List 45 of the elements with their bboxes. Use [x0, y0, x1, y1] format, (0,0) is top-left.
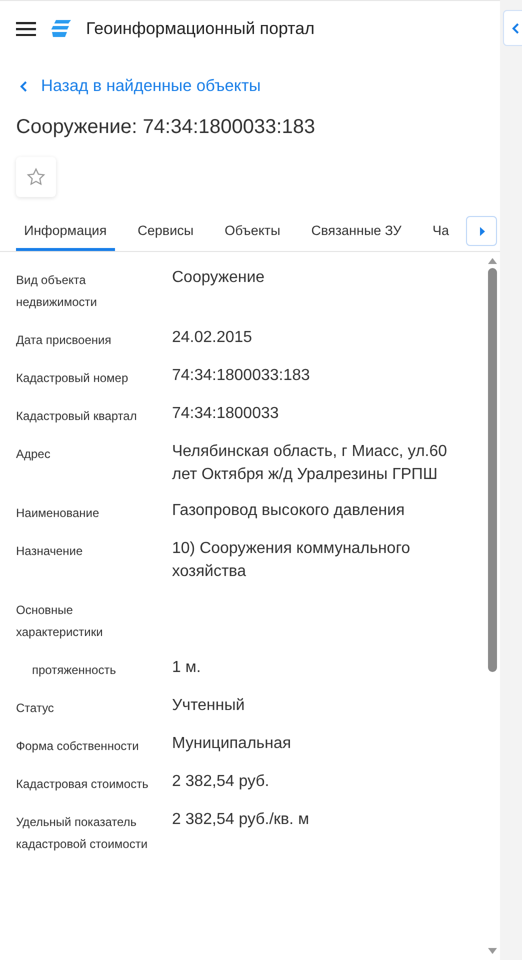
favorite-button[interactable] — [16, 157, 56, 197]
field-value: Челябинская область, г Миасс, ул.60 лет Октября ж/д Уралрезины ГРПШ — [172, 442, 448, 485]
field-value: 2 382,54 руб./кв. м — [172, 810, 310, 830]
field-label: Назначение — [16, 543, 84, 560]
field-value: Сооружение — [172, 268, 266, 288]
field-label: Адрес — [16, 446, 52, 463]
field-value: 74:34:1800033 — [172, 404, 280, 424]
collapse-panel-button[interactable] — [503, 10, 522, 46]
field-label: Форма собственности — [16, 738, 140, 755]
field-label: Кадастровый квартал — [16, 408, 138, 425]
field-label: Удельный показатель кадастровой стоимости — [16, 814, 149, 853]
field-value: Муниципальная — [172, 734, 292, 754]
caret-right-icon — [478, 226, 484, 236]
menu-icon[interactable] — [16, 22, 36, 36]
field-value: 24.02.2015 — [172, 328, 254, 348]
back-link[interactable]: Назад в найденные объекты — [0, 57, 281, 96]
scroll-up-icon[interactable] — [488, 258, 496, 264]
scrollbar-thumb[interactable] — [488, 268, 496, 672]
field-label: Дата присвоения — [16, 332, 112, 349]
field-label: Кадастровый номер — [16, 370, 130, 387]
field-label: Вид объекта недвижимости — [16, 272, 98, 311]
field-value: 1 м. — [172, 658, 202, 678]
field-label: Наименование — [16, 505, 100, 522]
tab[interactable]: Объекты — [216, 213, 288, 251]
field-label: Кадастровая стоимость — [16, 776, 150, 793]
star-icon — [26, 167, 46, 187]
field-label: Статус — [16, 700, 55, 717]
scroll-down-icon[interactable] — [488, 948, 496, 954]
chevron-left-icon — [512, 22, 518, 34]
field-label: протяженность — [31, 662, 117, 679]
field-value: Учтенный — [172, 696, 246, 716]
field-value: 2 382,54 руб. — [172, 772, 270, 792]
tab[interactable]: Информация — [16, 213, 115, 251]
object-title: Сооружение: 74:34:1800033:183 — [16, 116, 316, 139]
chevron-left-icon — [20, 81, 27, 92]
tab[interactable]: Ча — [424, 213, 450, 251]
scroll-tabs-button[interactable] — [466, 216, 497, 246]
field-value: 74:34:1800033:183 — [172, 366, 311, 386]
field-value: 10) Сооружения коммунального хозяйства — [172, 539, 412, 582]
tab[interactable]: Связанные ЗУ — [303, 213, 410, 251]
logo-icon — [50, 19, 72, 39]
field-value: Газопровод высокого давления — [172, 501, 406, 521]
portal-title: Геоинформационный портал — [86, 19, 315, 39]
tab[interactable]: Сервисы — [130, 213, 202, 251]
field-label: Основные характеристики — [16, 602, 104, 641]
